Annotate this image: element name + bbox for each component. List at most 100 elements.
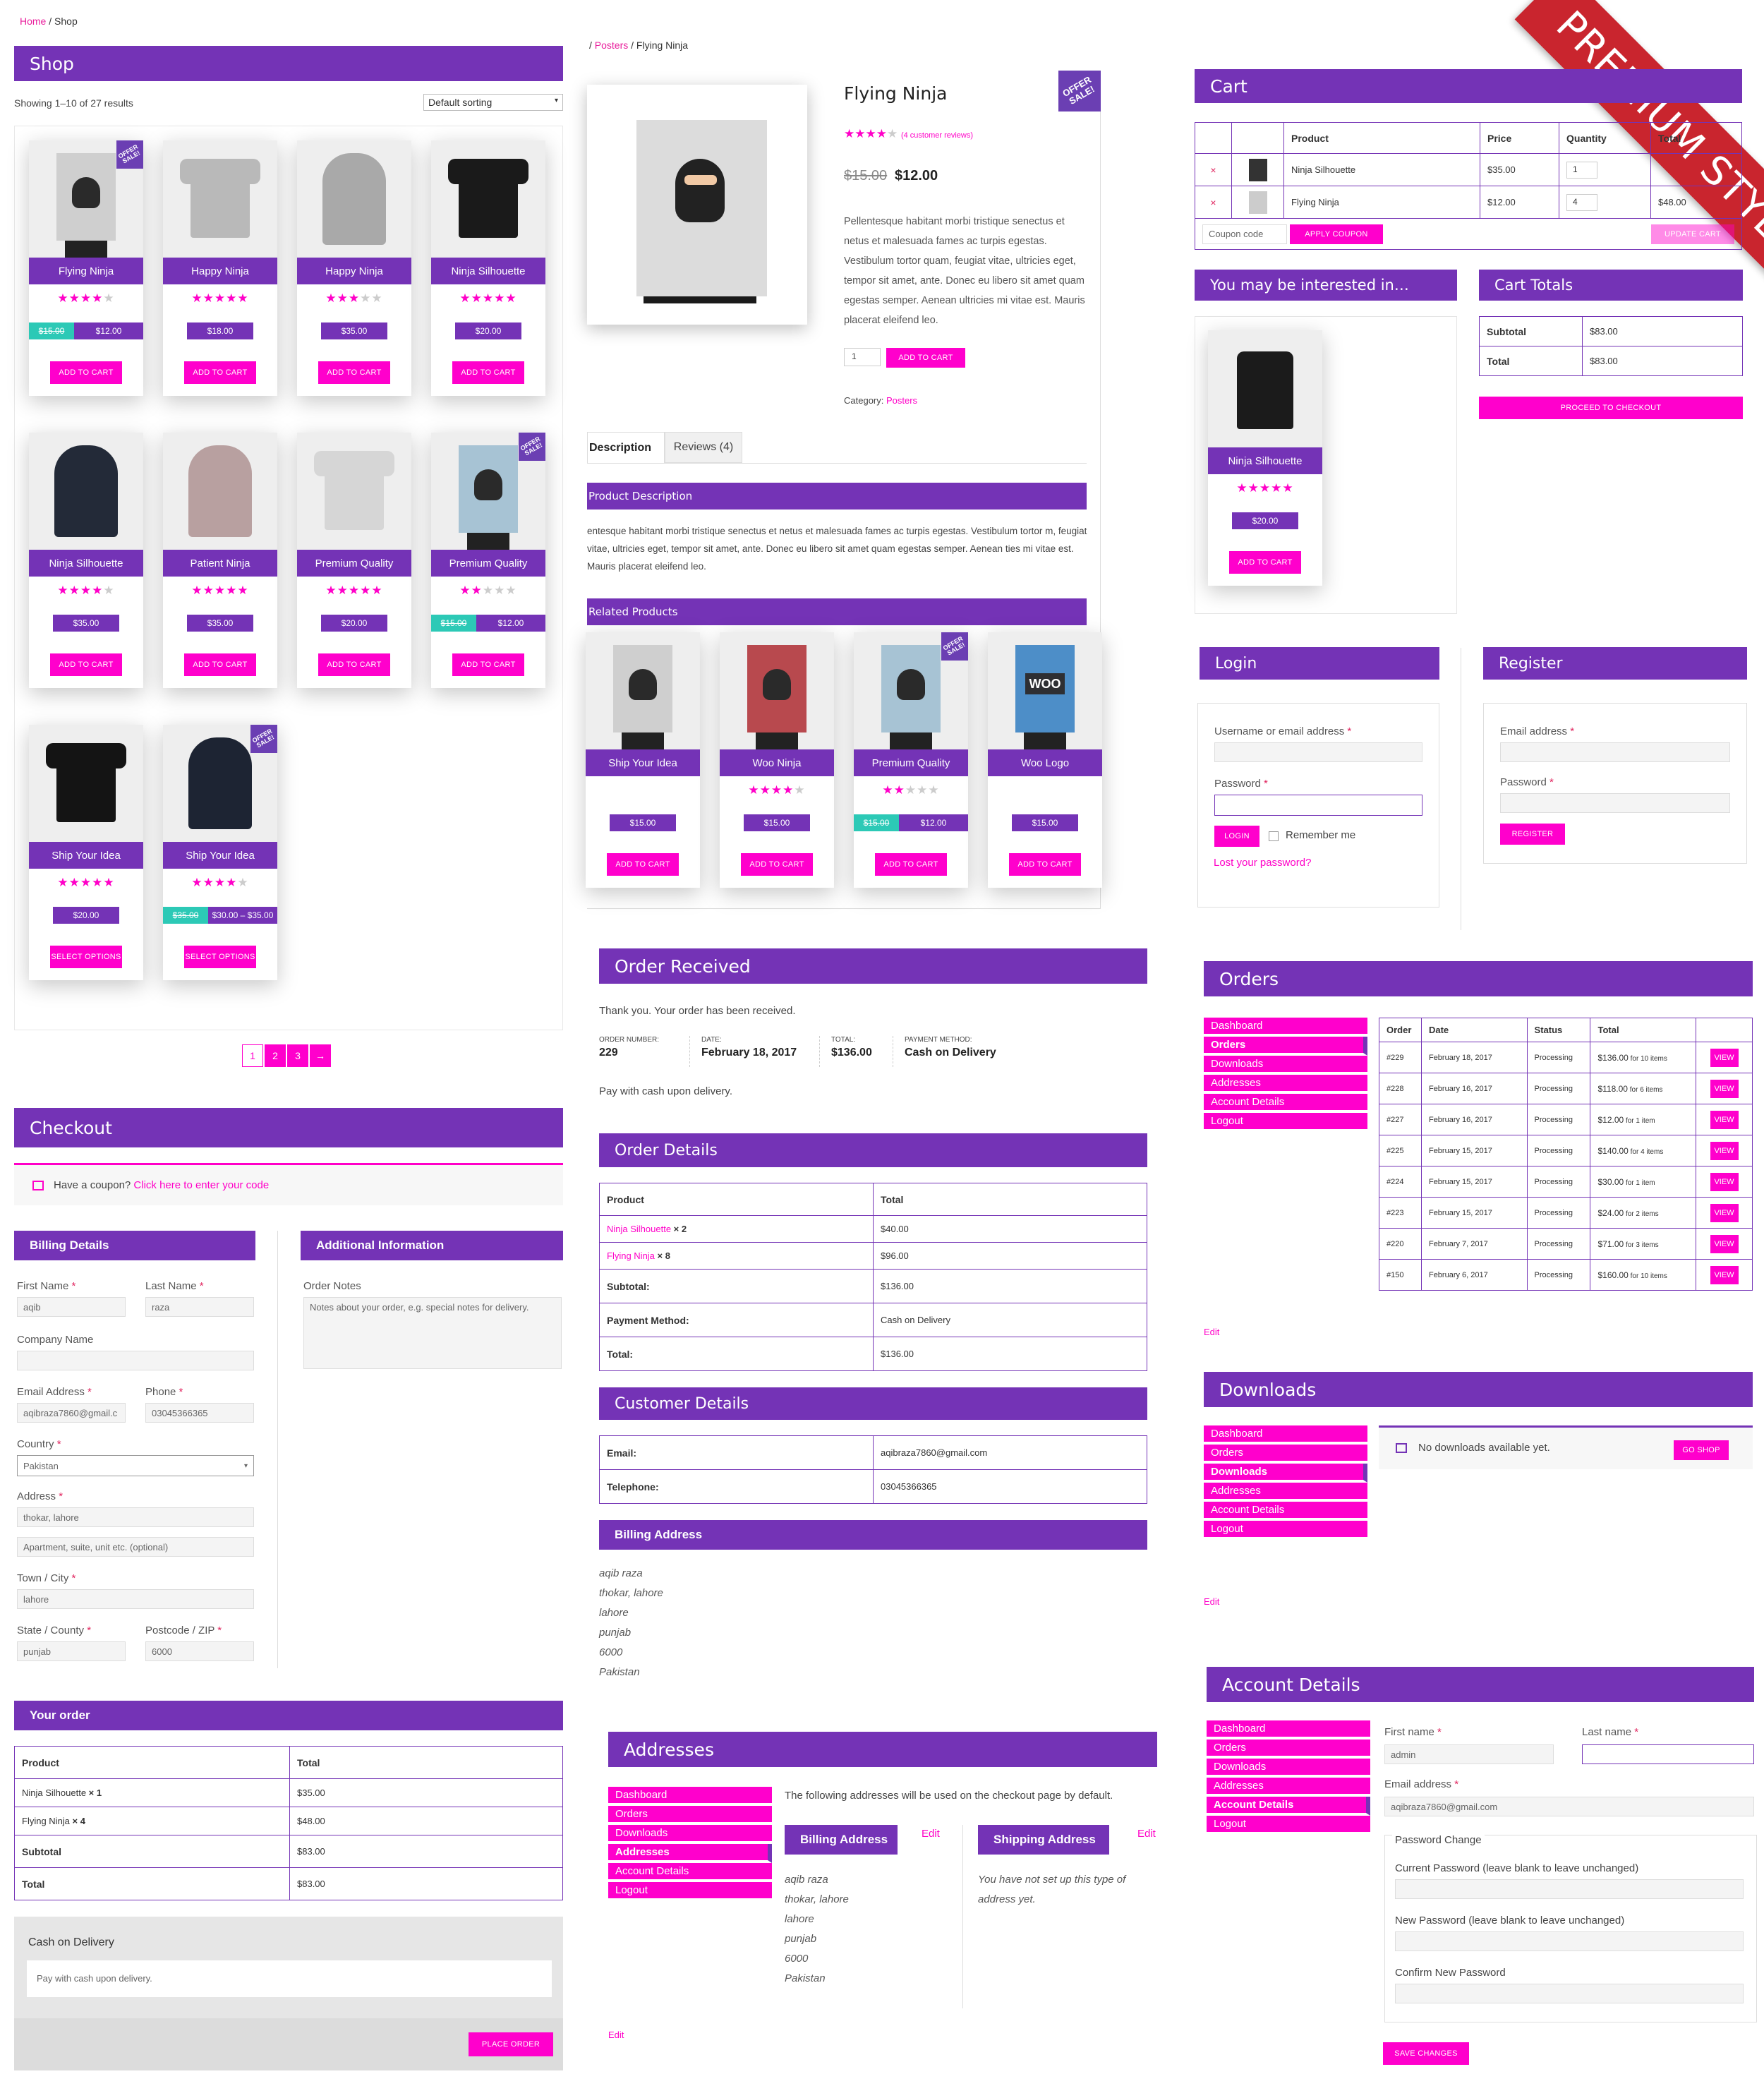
first-name-input[interactable]: admin [1384, 1744, 1554, 1764]
nav-item-account-details[interactable]: Account Details [1204, 1094, 1367, 1113]
nav-item-dashboard[interactable]: Dashboard [1207, 1720, 1370, 1740]
product-title[interactable]: Ninja Silhouette [29, 550, 143, 577]
edit-link[interactable]: Edit [1204, 1596, 1219, 1607]
lost-password-link[interactable]: Lost your password? [1214, 857, 1311, 869]
add-to-cart-button[interactable]: ADD TO CART [875, 853, 947, 876]
nav-item-orders[interactable]: Orders [1204, 1037, 1367, 1056]
proceed-to-checkout-button[interactable]: PROCEED TO CHECKOUT [1479, 397, 1743, 419]
tab-reviews[interactable]: Reviews (4) [665, 432, 742, 463]
nav-item-dashboard[interactable]: Dashboard [608, 1787, 772, 1806]
coupon-input[interactable]: Coupon code [1202, 224, 1287, 244]
view-order-button[interactable]: VIEW [1710, 1079, 1739, 1098]
product-title[interactable]: Ship Your Idea [163, 842, 277, 869]
nav-item-account-details[interactable]: Account Details [1207, 1797, 1370, 1816]
save-changes-button[interactable]: SAVE CHANGES [1383, 2042, 1469, 2065]
address-input[interactable]: thokar, lahore [17, 1507, 254, 1527]
phone-input[interactable]: 03045366365 [145, 1403, 254, 1423]
product-title[interactable]: Woo Ninja [720, 749, 834, 776]
password-input[interactable] [1214, 795, 1422, 816]
nav-item-logout[interactable]: Logout [1204, 1113, 1367, 1132]
state-input[interactable]: punjab [17, 1641, 126, 1661]
first-name-input[interactable]: aqib [17, 1297, 126, 1317]
email-input[interactable]: aqibraza7860@gmail.com [1384, 1797, 1754, 1816]
quantity-stepper[interactable]: 1 [1566, 161, 1597, 179]
register-password-input[interactable] [1500, 793, 1730, 813]
product-title[interactable]: Premium Quality [297, 550, 411, 577]
last-name-input[interactable]: raza [145, 1297, 254, 1317]
nav-item-logout[interactable]: Logout [1204, 1521, 1367, 1540]
add-to-cart-button[interactable]: ADD TO CART [184, 361, 256, 384]
add-to-cart-button[interactable]: ADD TO CART [452, 653, 524, 676]
view-order-button[interactable]: VIEW [1710, 1203, 1739, 1222]
nav-item-account-details[interactable]: Account Details [608, 1863, 772, 1882]
product-title[interactable]: Woo Logo [988, 749, 1102, 776]
nav-item-dashboard[interactable]: Dashboard [1204, 1425, 1367, 1445]
product-title[interactable]: Happy Ninja [163, 258, 277, 284]
add-to-cart-button[interactable]: ADD TO CART [1009, 853, 1081, 876]
email-input[interactable]: aqibraza7860@gmail.c [17, 1403, 126, 1423]
add-to-cart-button[interactable]: ADD TO CART [50, 361, 122, 384]
quantity-stepper[interactable]: 4 [1566, 193, 1597, 211]
add-to-cart-button[interactable]: ADD TO CART [318, 653, 390, 676]
product-title[interactable]: Happy Ninja [297, 258, 411, 284]
nav-item-orders[interactable]: Orders [1204, 1445, 1367, 1464]
add-to-cart-button[interactable]: SELECT OPTIONS [50, 946, 122, 968]
nav-item-downloads[interactable]: Downloads [1204, 1056, 1367, 1075]
nav-item-addresses[interactable]: Addresses [1204, 1483, 1367, 1502]
product-title[interactable]: Premium Quality [431, 550, 545, 577]
coupon-link[interactable]: Click here to enter your code [133, 1179, 269, 1191]
register-button[interactable]: REGISTER [1500, 824, 1565, 845]
reviews-link[interactable]: (4 customer reviews) [901, 131, 973, 140]
nav-item-logout[interactable]: Logout [608, 1882, 772, 1901]
remove-icon[interactable]: × [1195, 153, 1232, 186]
country-select[interactable]: Pakistan ▾ [17, 1455, 254, 1476]
place-order-button[interactable]: PLACE ORDER [469, 2032, 553, 2056]
add-to-cart-button[interactable]: ADD TO CART [741, 853, 813, 876]
nav-item-orders[interactable]: Orders [608, 1806, 772, 1825]
company-input[interactable] [17, 1351, 254, 1370]
nav-item-downloads[interactable]: Downloads [608, 1825, 772, 1844]
breadcrumb-home[interactable]: Home [20, 16, 46, 27]
add-to-cart-button[interactable]: ADD TO CART [318, 361, 390, 384]
city-input[interactable]: lahore [17, 1589, 254, 1609]
view-order-button[interactable]: VIEW [1710, 1265, 1739, 1284]
page-link[interactable]: 2 [265, 1044, 286, 1067]
product-title[interactable]: Premium Quality [854, 749, 968, 776]
nav-item-dashboard[interactable]: Dashboard [1204, 1018, 1367, 1037]
nav-item-logout[interactable]: Logout [1207, 1816, 1370, 1835]
add-to-cart-button[interactable]: ADD TO CART [607, 853, 679, 876]
add-to-cart-button[interactable]: ADD TO CART [452, 361, 524, 384]
order-notes-textarea[interactable]: Notes about your order, e.g. special not… [303, 1297, 562, 1369]
add-to-cart-button[interactable]: ADD TO CART [184, 653, 256, 676]
nav-item-downloads[interactable]: Downloads [1204, 1464, 1367, 1483]
view-order-button[interactable]: VIEW [1710, 1141, 1739, 1160]
register-email-input[interactable] [1500, 742, 1730, 762]
postcode-input[interactable]: 6000 [145, 1641, 254, 1661]
edit-shipping-link[interactable]: Edit [1137, 1828, 1156, 1840]
go-shop-button[interactable]: GO SHOP [1674, 1440, 1729, 1460]
page-link[interactable]: → [310, 1044, 331, 1067]
sorting-select[interactable]: Default sorting ▾ [423, 94, 563, 111]
product-title[interactable]: Ship Your Idea [586, 749, 700, 776]
nav-item-addresses[interactable]: Addresses [608, 1844, 772, 1863]
apply-coupon-button[interactable]: APPLY COUPON [1289, 224, 1383, 244]
add-to-cart-button[interactable]: ADD TO CART [1229, 551, 1301, 574]
product-title[interactable]: Flying Ninja [29, 258, 143, 284]
update-cart-button[interactable]: UPDATE CART [1651, 224, 1734, 244]
add-to-cart-button[interactable]: ADD TO CART [886, 348, 965, 368]
nav-item-addresses[interactable]: Addresses [1204, 1075, 1367, 1094]
quantity-stepper[interactable]: 1 [844, 348, 881, 366]
username-input[interactable] [1214, 742, 1422, 762]
add-to-cart-button[interactable]: SELECT OPTIONS [184, 946, 256, 968]
edit-billing-link[interactable]: Edit [922, 1828, 940, 1840]
remember-checkbox[interactable] [1269, 831, 1279, 841]
view-order-button[interactable]: VIEW [1710, 1110, 1739, 1129]
nav-item-downloads[interactable]: Downloads [1207, 1759, 1370, 1778]
page-link[interactable]: 1 [242, 1044, 263, 1067]
current-password-input[interactable] [1395, 1879, 1744, 1899]
new-password-input[interactable] [1395, 1931, 1744, 1951]
nav-item-account-details[interactable]: Account Details [1204, 1502, 1367, 1521]
address2-input[interactable]: Apartment, suite, unit etc. (optional) [17, 1537, 254, 1557]
page-link[interactable]: 3 [287, 1044, 308, 1067]
remove-icon[interactable]: × [1195, 186, 1232, 219]
